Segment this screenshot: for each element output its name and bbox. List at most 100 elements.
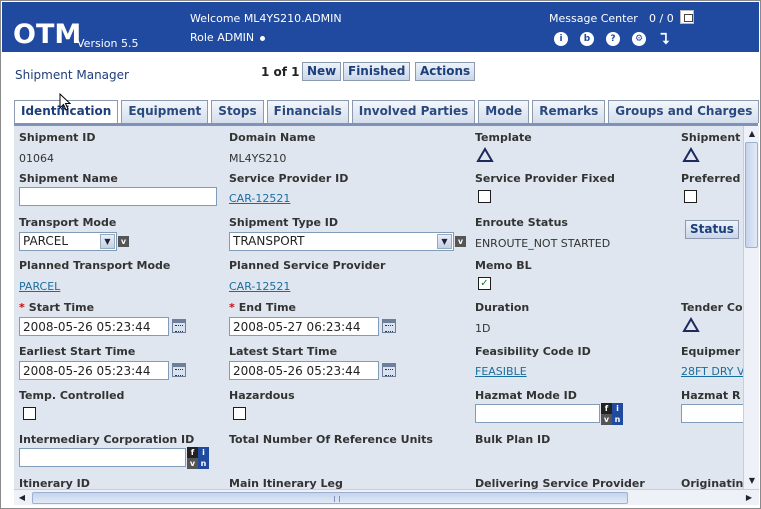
intermediary-lookup-icon[interactable]: fivn — [187, 447, 209, 469]
tab-equipment[interactable]: Equipment — [121, 100, 209, 123]
info-icon[interactable]: i — [612, 403, 623, 414]
enroute-status-label: Enroute Status — [475, 216, 568, 229]
feasibility-code-id-link[interactable]: FEASIBLE — [475, 365, 527, 378]
find-icon[interactable]: f — [187, 447, 198, 458]
hazmat-col4-input[interactable] — [681, 404, 743, 423]
originating-col4-label: Originatin — [681, 477, 743, 489]
new-icon[interactable]: n — [198, 458, 209, 469]
info-icon[interactable]: i — [554, 32, 568, 46]
template-triangle-icon[interactable] — [476, 147, 494, 163]
new-icon[interactable]: n — [612, 414, 623, 425]
brand-logo: OTM — [13, 19, 82, 50]
domain-name-value: ML4YS210 — [229, 152, 287, 165]
welcome-text: Welcome ML4YS210.ADMIN — [190, 12, 342, 25]
scroll-right-icon[interactable]: ▶ — [742, 491, 756, 505]
shipment-type-id-select[interactable]: TRANSPORT ▼ — [229, 232, 454, 251]
vertical-scrollbar[interactable]: ▲ ▼ — [743, 126, 759, 489]
horizontal-scroll-thumb[interactable] — [32, 492, 628, 504]
service-provider-id-link[interactable]: CAR-12521 — [229, 192, 290, 205]
header-icon-bar: i b ? ⚙ ⮧ — [554, 32, 672, 47]
latest-start-time-input[interactable] — [229, 361, 379, 380]
hazmat-col4-label: Hazmat R — [681, 389, 741, 402]
hazardous-checkbox[interactable] — [233, 407, 246, 420]
role-text: Role ADMIN — [190, 31, 266, 44]
role-dot-icon[interactable] — [260, 35, 266, 41]
end-time-input[interactable] — [229, 317, 379, 336]
chevron-down-icon: ▼ — [100, 234, 115, 249]
shipment-id-value: 01064 — [19, 152, 54, 165]
start-time-label-text: Start Time — [28, 301, 95, 314]
required-marker: * — [19, 301, 25, 314]
earliest-start-time-label: Earliest Start Time — [19, 345, 136, 358]
message-center-icon[interactable] — [680, 10, 694, 24]
scroll-grip-icon — [334, 496, 340, 502]
actions-button[interactable]: Actions — [415, 62, 476, 81]
view-icon[interactable]: v — [601, 414, 612, 425]
calendar-icon[interactable] — [382, 319, 396, 333]
tab-remarks[interactable]: Remarks — [532, 100, 606, 123]
earliest-start-time-input[interactable] — [19, 361, 169, 380]
temp-controlled-checkbox[interactable] — [23, 407, 36, 420]
transport-mode-view-icon[interactable]: v — [118, 236, 129, 247]
intermediary-corporation-id-input[interactable] — [19, 448, 186, 467]
finished-button[interactable]: Finished — [343, 62, 411, 81]
vertical-scroll-thumb[interactable] — [745, 142, 758, 248]
version-label: Version 5.5 — [77, 37, 139, 50]
status-button[interactable]: Status — [685, 220, 739, 239]
help-icon[interactable]: ? — [606, 32, 620, 46]
shipment-id-label: Shipment ID — [19, 131, 96, 144]
horizontal-scrollbar[interactable]: ◀ ▶ — [14, 489, 759, 505]
view-icon[interactable]: v — [187, 458, 198, 469]
temp-controlled-label: Temp. Controlled — [19, 389, 125, 402]
find-icon[interactable]: f — [601, 403, 612, 414]
scroll-left-icon[interactable]: ◀ — [15, 491, 29, 505]
transport-mode-value: PARCEL — [23, 234, 69, 248]
service-provider-fixed-checkbox[interactable] — [478, 190, 491, 203]
shipment-type-view-icon[interactable]: v — [455, 236, 466, 247]
scroll-up-icon[interactable]: ▲ — [745, 127, 759, 141]
tab-groups-and-charges[interactable]: Groups and Charges — [608, 100, 760, 123]
calendar-icon[interactable] — [172, 319, 186, 333]
browser-frame: OTM Version 5.5 Welcome ML4YS210.ADMIN R… — [0, 0, 761, 509]
hazmat-lookup-icon[interactable]: fivn — [601, 403, 623, 425]
preferred-label: Preferred — [681, 172, 741, 185]
info-icon[interactable]: i — [198, 447, 209, 458]
tender-triangle-icon[interactable] — [682, 317, 700, 333]
feasibility-code-id-label: Feasibility Code ID — [475, 345, 591, 358]
mouse-cursor-icon — [59, 93, 71, 111]
tab-mode[interactable]: Mode — [478, 100, 530, 123]
message-center-link[interactable]: Message Center — [549, 12, 638, 25]
memo-bl-checkbox[interactable]: ✓ — [478, 277, 491, 290]
identification-form: Shipment ID 01064 Domain Name ML4YS210 T… — [14, 126, 743, 489]
hazmat-mode-id-input[interactable] — [475, 404, 600, 423]
hazardous-label: Hazardous — [229, 389, 295, 402]
shipment-triangle-icon[interactable] — [682, 147, 700, 163]
new-button[interactable]: New — [302, 62, 342, 81]
memo-bl-label: Memo BL — [475, 259, 532, 272]
book-icon[interactable]: b — [580, 32, 594, 46]
tab-stops[interactable]: Stops — [211, 100, 264, 123]
start-time-input[interactable] — [19, 317, 169, 336]
tab-involved-parties[interactable]: Involved Parties — [351, 100, 476, 123]
end-time-label-text: End Time — [238, 301, 297, 314]
settings-icon[interactable]: ⚙ — [632, 32, 646, 46]
planned-transport-mode-link[interactable]: PARCEL — [19, 280, 60, 293]
planned-service-provider-label: Planned Service Provider — [229, 259, 386, 272]
hazmat-mode-id-label: Hazmat Mode ID — [475, 389, 577, 402]
tender-col4-label: Tender Co — [681, 301, 743, 314]
planned-service-provider-link[interactable]: CAR-12521 — [229, 280, 290, 293]
shipment-name-input[interactable] — [19, 187, 217, 206]
logout-icon[interactable]: ⮧ — [658, 32, 672, 47]
calendar-icon[interactable] — [382, 363, 396, 377]
transport-mode-select[interactable]: PARCEL ▼ — [19, 232, 117, 251]
required-marker: * — [229, 301, 235, 314]
duration-value: 1D — [475, 322, 491, 335]
tab-financials[interactable]: Financials — [266, 100, 349, 123]
scroll-down-icon[interactable]: ▼ — [745, 474, 759, 488]
latest-start-time-label: Latest Start Time — [229, 345, 338, 358]
equipment-col4-link[interactable]: 28FT DRY V — [681, 365, 743, 378]
preferred-checkbox[interactable] — [684, 190, 697, 203]
template-label: Template — [475, 131, 532, 144]
pager-text: 1 of 1 — [261, 65, 300, 79]
calendar-icon[interactable] — [172, 363, 186, 377]
